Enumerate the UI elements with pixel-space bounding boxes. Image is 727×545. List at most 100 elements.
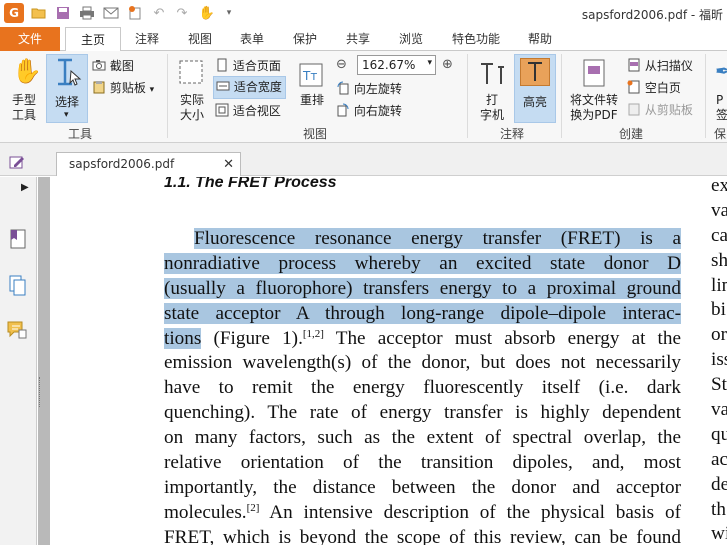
- reflow-icon: Tт: [298, 62, 324, 91]
- highlighted-text[interactable]: Fluorescence resonance energy transfer (…: [194, 228, 681, 249]
- grip-dots: [39, 377, 41, 407]
- text-line: state acceptor A through long-range dipo…: [164, 302, 681, 327]
- from-scanner-button[interactable]: 从扫描仪: [627, 57, 693, 75]
- text-line: emission wavelength(s) of the donor, but…: [164, 352, 681, 374]
- tab-file[interactable]: 文件: [0, 27, 60, 51]
- tab-share[interactable]: 共享: [338, 27, 378, 51]
- tab-home[interactable]: 主页: [65, 27, 121, 52]
- fit-page-button[interactable]: 适合页面: [215, 57, 281, 75]
- text-line: FRET, which is beyond the scope of this …: [164, 526, 681, 545]
- text-line: importantly, the distance between the do…: [164, 476, 681, 498]
- customize-icon[interactable]: ▾: [220, 4, 238, 22]
- camera-icon: [92, 59, 106, 74]
- chevron-down-icon: ▾: [149, 85, 155, 95]
- text-line-fragment: sh: [711, 249, 727, 271]
- rotate-right-button[interactable]: 向右旋转: [336, 102, 402, 120]
- next-column-text: exvacashlinbiorissStvaquacdethwi: [711, 177, 727, 545]
- new-icon[interactable]: [126, 4, 144, 22]
- ribbon-tab-bar: 文件 主页 注释 视图 表单 保护 共享 浏览 特色功能 帮助: [0, 27, 727, 52]
- hand-icon[interactable]: ✋: [198, 4, 216, 22]
- screenshot-button[interactable]: 截图: [92, 57, 134, 74]
- blank-page-label: 空白页: [644, 81, 681, 95]
- fit-visible-label: 适合视区: [232, 104, 281, 118]
- select-tool-button[interactable]: 选择 ▾: [46, 54, 88, 123]
- expand-arrow-icon[interactable]: ▶: [21, 182, 29, 193]
- undo-icon[interactable]: ↶: [150, 4, 168, 22]
- rotate-left-button[interactable]: 向左旋转: [336, 80, 402, 98]
- highlight-icon: [520, 58, 550, 86]
- hand-tool-label: 手型 工具: [11, 93, 36, 122]
- sign-button[interactable]: ✒ P 签: [712, 55, 727, 123]
- text-line-fragment: qu: [711, 423, 727, 445]
- text-line-fragment: va: [711, 399, 727, 421]
- pages-icon[interactable]: [9, 275, 27, 300]
- chevron-down-icon: ▾: [64, 110, 69, 120]
- fit-width-button[interactable]: 适合宽度: [213, 76, 286, 99]
- reflow-label: 重排: [299, 93, 324, 107]
- view-group-label: 视图: [302, 127, 327, 141]
- convert-to-pdf-label: 将文件转 换为PDF: [569, 93, 618, 122]
- highlighted-text[interactable]: (usually a fluorophore) transfers energy…: [164, 277, 681, 299]
- highlighted-text[interactable]: state acceptor A through long-range dipo…: [164, 302, 681, 324]
- tools-group-label: 工具: [67, 127, 92, 141]
- highlighted-text[interactable]: tions: [164, 327, 202, 349]
- tab-features[interactable]: 特色功能: [448, 27, 504, 51]
- tab-view[interactable]: 视图: [180, 27, 220, 51]
- text-line: (usually a fluorophore) transfers energy…: [164, 277, 681, 302]
- navigation-sidebar: ▶: [0, 177, 37, 545]
- zoom-in-icon[interactable]: ⊕: [442, 57, 453, 72]
- rotate-right-icon: [336, 103, 350, 120]
- chevron-down-icon: ▾: [427, 58, 432, 68]
- bookmark-icon[interactable]: [9, 229, 27, 252]
- redo-icon[interactable]: ↷: [173, 4, 191, 22]
- zoom-combobox[interactable]: 162.67% ▾: [357, 55, 436, 75]
- citation: [2]: [246, 501, 260, 514]
- edit-mode-icon[interactable]: [9, 155, 25, 172]
- actual-size-label: 实际 大小: [179, 93, 204, 122]
- document-tab[interactable]: sapsford2006.pdf ✕: [56, 152, 241, 176]
- email-icon[interactable]: [102, 4, 120, 22]
- from-clipboard-button[interactable]: 从剪贴板: [627, 101, 693, 119]
- text-line-fragment: lin: [711, 274, 727, 296]
- tab-help[interactable]: 帮助: [520, 27, 560, 51]
- ribbon-toolbar: ✋ 手型 工具 选择 ▾ 截图 剪贴板 ▾ 工具 实际 大小 适合页面 适合宽度…: [0, 51, 727, 143]
- tab-browse[interactable]: 浏览: [391, 27, 431, 51]
- clipboard-button[interactable]: 剪贴板 ▾: [92, 79, 154, 97]
- app-logo[interactable]: G: [4, 3, 24, 23]
- highlighted-text[interactable]: nonradiative process whereby an excited …: [164, 252, 681, 274]
- scanner-icon: [627, 58, 641, 75]
- window-title: sapsford2006.pdf - 福昕: [581, 8, 723, 22]
- print-icon[interactable]: [78, 4, 96, 22]
- hand-tool-button[interactable]: ✋ 手型 工具: [4, 55, 44, 123]
- tab-form[interactable]: 表单: [232, 27, 272, 51]
- rotate-right-label: 向右旋转: [353, 104, 402, 118]
- convert-to-pdf-button[interactable]: 将文件转 换为PDF: [566, 55, 622, 123]
- body-paragraph[interactable]: Fluorescence resonance energy transfer (…: [164, 227, 681, 545]
- blank-page-button[interactable]: 空白页: [627, 79, 681, 97]
- fit-visible-button[interactable]: 适合视区: [215, 102, 281, 120]
- close-icon[interactable]: ✕: [223, 153, 234, 176]
- text-line: tions (Figure 1).[1,2] The acceptor must…: [164, 327, 681, 349]
- text-line: quenching). The rate of energy transfer …: [164, 402, 681, 424]
- fit-width-label: 适合宽度: [233, 80, 282, 94]
- tab-comment[interactable]: 注释: [127, 27, 167, 51]
- text-line-fragment: va: [711, 199, 727, 221]
- document-page: 1.1. The FRET Process Fluorescence reson…: [50, 177, 727, 545]
- reflow-button[interactable]: Tт 重排: [295, 55, 329, 123]
- sidebar-resize-handle[interactable]: [38, 177, 50, 545]
- fit-page-label: 适合页面: [232, 59, 281, 73]
- save-icon[interactable]: [54, 4, 72, 22]
- typewriter-button[interactable]: 打 字机: [474, 55, 510, 123]
- text-line: nonradiative process whereby an excited …: [164, 252, 681, 277]
- zoom-out-icon[interactable]: ⊖: [336, 57, 347, 72]
- tab-protect[interactable]: 保护: [285, 27, 325, 51]
- actual-size-button[interactable]: 实际 大小: [172, 55, 212, 123]
- comments-icon[interactable]: [7, 320, 27, 343]
- open-icon[interactable]: [30, 4, 48, 22]
- document-tab-label: sapsford2006.pdf: [69, 157, 175, 171]
- screenshot-label: 截图: [109, 59, 134, 73]
- highlight-button[interactable]: 高亮: [514, 54, 556, 123]
- hand-icon: ✋: [12, 57, 42, 85]
- document-tab-bar: sapsford2006.pdf ✕: [0, 143, 727, 176]
- citation: [1,2]: [302, 327, 324, 340]
